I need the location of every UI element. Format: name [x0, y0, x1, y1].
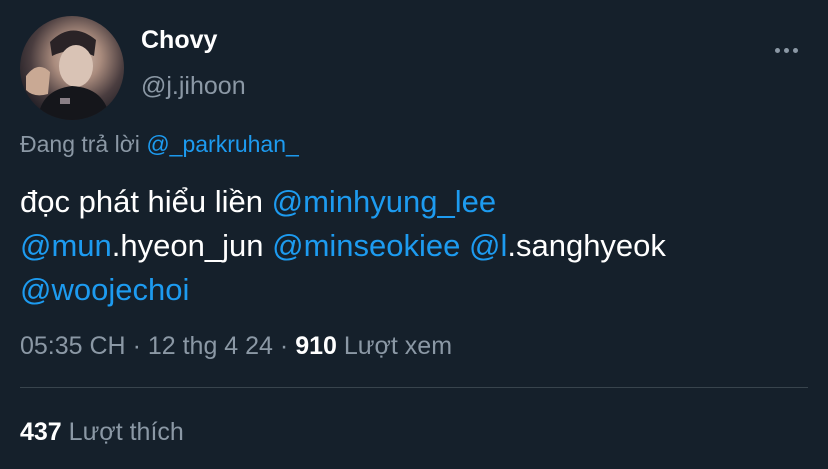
- dot: [792, 47, 798, 53]
- mention-minseokiee[interactable]: @minseokiee: [272, 228, 460, 263]
- mention-l-rest: .sanghyeok: [507, 228, 666, 263]
- likes-label: Lượt thích: [68, 418, 184, 446]
- divider: [20, 387, 808, 388]
- mention-woojechoi[interactable]: @woojechoi: [20, 272, 189, 307]
- more-horizontal-icon[interactable]: [770, 38, 802, 62]
- likes-count: 437: [20, 418, 62, 446]
- likes-link[interactable]: 437 Lượt thích: [20, 418, 184, 447]
- replying-to: Đang trả lời @_parkruhan_: [20, 131, 299, 158]
- tweet-meta: 05:35 CH · 12 thg 4 24 · 910 Lượt xem: [20, 332, 452, 361]
- mention-minhyung-lee[interactable]: @minhyung_lee: [272, 184, 497, 219]
- mention-l[interactable]: @l: [469, 228, 507, 263]
- dot: [783, 47, 789, 53]
- dot: [774, 47, 780, 53]
- tweet-text: đọc phát hiểu liền @minhyung_lee @mun.hye…: [20, 180, 810, 312]
- author-handle[interactable]: @j.jihoon: [141, 72, 246, 101]
- tweet-time[interactable]: 05:35 CH: [20, 332, 126, 360]
- replying-to-label: Đang trả lời: [20, 131, 140, 157]
- meta-separator: ·: [272, 332, 296, 360]
- tweet-text-plain: đọc phát hiểu liền: [20, 184, 272, 219]
- avatar-photo: [26, 30, 110, 120]
- tweet-date[interactable]: 12 thg 4 24: [148, 332, 273, 360]
- avatar[interactable]: [20, 16, 124, 120]
- views-count: 910: [295, 332, 337, 360]
- replying-to-mention[interactable]: @_parkruhan_: [146, 131, 299, 157]
- mention-mun[interactable]: @mun: [20, 228, 112, 263]
- author-display-name[interactable]: Chovy: [141, 26, 217, 55]
- views-label: Lượt xem: [343, 332, 453, 360]
- mention-mun-rest: .hyeon_jun: [111, 228, 264, 263]
- meta-separator: ·: [125, 332, 148, 360]
